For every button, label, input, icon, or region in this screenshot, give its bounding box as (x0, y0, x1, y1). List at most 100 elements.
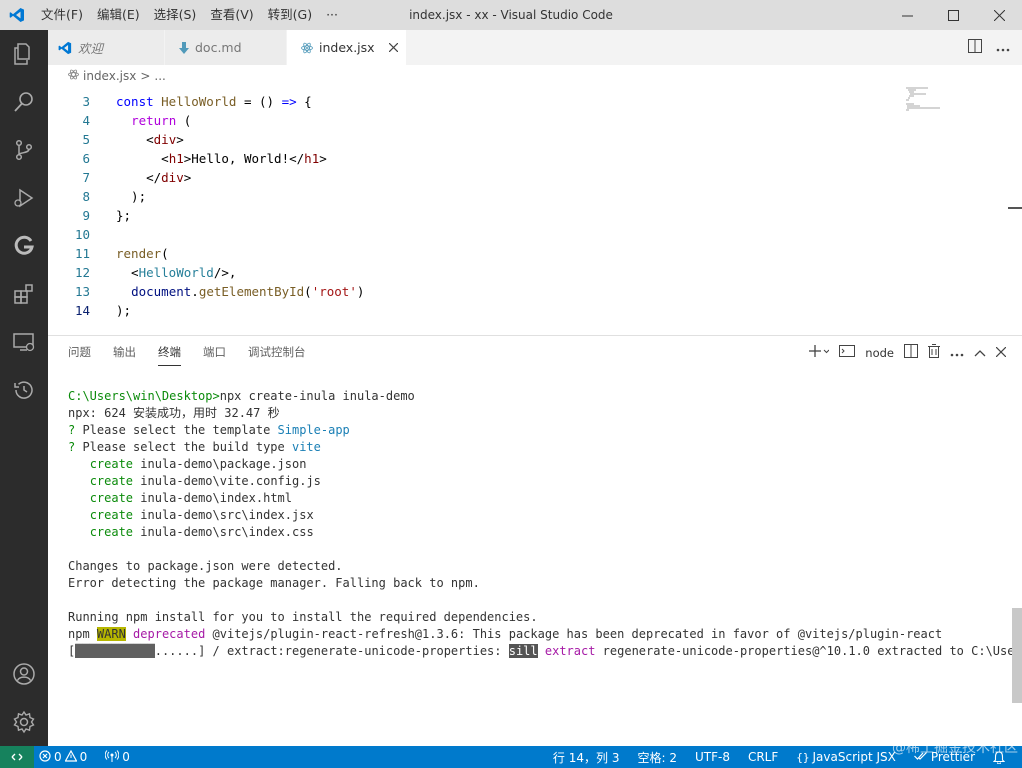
terminal-line: ? Please select the build type vite (68, 440, 321, 454)
encoding[interactable]: UTF-8 (686, 746, 739, 768)
terminal-line: create inula-demo\index.html (89, 491, 292, 505)
split-terminal-icon[interactable] (904, 344, 918, 361)
close-panel-icon[interactable] (995, 346, 1007, 360)
menu-selection[interactable]: 选择(S) (147, 0, 204, 30)
code-line[interactable]: 7 </div> (48, 168, 898, 187)
code-line[interactable]: 8 ); (48, 187, 898, 206)
menu-view[interactable]: 查看(V) (203, 0, 260, 30)
panel-tab-problems[interactable]: 问题 (68, 344, 91, 366)
terminal-label[interactable]: node (865, 346, 894, 360)
panel-tab-debug-console[interactable]: 调试控制台 (248, 344, 306, 366)
code-line[interactable]: 6 <h1>Hello, World!</h1> (48, 149, 898, 168)
code-text: <HelloWorld/>, (116, 265, 237, 280)
markdown-icon (179, 41, 189, 54)
code-line[interactable]: 9}; (48, 206, 898, 225)
code-text: document.getElementById('root') (131, 284, 365, 299)
minimap[interactable] (906, 87, 946, 117)
terminal-line: ? Please select the template Simple-app (68, 423, 350, 437)
terminal-line: Changes to package.json were detected. (68, 559, 343, 573)
terminal-scrollbar[interactable] (1012, 608, 1022, 703)
remote-explorer-icon[interactable] (0, 318, 48, 366)
tab-doc-md[interactable]: doc.md (165, 30, 287, 65)
code-line[interactable]: 5 <div> (48, 130, 898, 149)
trash-icon[interactable] (928, 344, 940, 361)
ports-count: 0 (122, 750, 130, 764)
status-right: 行 14，列 3 空格: 2 UTF-8 CRLF {} JavaScript … (544, 746, 1014, 768)
warning-count: 0 (79, 750, 88, 764)
source-control-icon[interactable] (0, 126, 48, 174)
breadcrumb-separator: > (140, 69, 151, 83)
code-line[interactable]: 13 document.getElementById('root') (48, 282, 898, 301)
gitlens-icon[interactable] (0, 222, 48, 270)
remote-indicator[interactable] (0, 746, 34, 768)
braces-icon: {} (796, 750, 810, 764)
more-actions-icon[interactable] (950, 346, 964, 360)
ports-status[interactable]: 0 (100, 746, 135, 768)
new-terminal-icon[interactable] (809, 345, 830, 360)
account-icon[interactable] (0, 650, 48, 698)
more-actions-icon[interactable] (996, 41, 1010, 55)
explorer-icon[interactable] (0, 30, 48, 78)
editor-tabs: 欢迎 doc.md index.jsx (48, 30, 1022, 65)
panel-tab-terminal[interactable]: 终端 (158, 344, 181, 366)
search-icon[interactable] (0, 78, 48, 126)
maximize-panel-icon[interactable] (974, 346, 986, 360)
tab-index-jsx[interactable]: index.jsx (287, 30, 407, 65)
language-mode[interactable]: {} JavaScript JSX (787, 746, 905, 768)
close-tab-icon[interactable] (388, 43, 398, 52)
split-editor-icon[interactable] (968, 39, 982, 56)
editor-scroll-indicator[interactable] (1008, 207, 1022, 209)
line-number: 9 (82, 208, 90, 223)
menu-edit[interactable]: 编辑(E) (90, 0, 147, 30)
vscode-logo-icon (0, 0, 34, 30)
line-number: 10 (74, 227, 90, 242)
terminal-icon (839, 345, 856, 360)
activity-bar (0, 30, 48, 746)
run-debug-icon[interactable] (0, 174, 48, 222)
extensions-icon[interactable] (0, 270, 48, 318)
notifications-bell-icon[interactable] (984, 746, 1014, 768)
language-label: JavaScript JSX (812, 750, 896, 764)
terminal-line: npm WARN deprecated @vitejs/plugin-react… (68, 627, 943, 641)
menu-go[interactable]: 转到(G) (261, 0, 319, 30)
terminal-line: create inula-demo\vite.config.js (89, 474, 321, 488)
code-line[interactable]: 14); (48, 301, 898, 320)
minimize-button[interactable] (884, 0, 930, 30)
code-text: const HelloWorld = () => { (116, 94, 312, 109)
cursor-position[interactable]: 行 14，列 3 (544, 746, 629, 768)
close-window-button[interactable] (976, 0, 1022, 30)
code-text: return ( (131, 113, 192, 128)
code-text: render( (116, 246, 169, 261)
panel-tab-ports[interactable]: 端口 (203, 344, 226, 366)
breadcrumb-symbols[interactable]: ... (154, 69, 165, 83)
terminal-line: Error detecting the package manager. Fal… (68, 576, 480, 590)
code-line[interactable]: 10 (48, 225, 898, 244)
line-number: 13 (74, 284, 90, 299)
prettier-status[interactable]: Prettier (905, 746, 984, 768)
react-icon (301, 42, 313, 54)
terminal-output[interactable]: C:\Users\win\Desktop>npx create-inula in… (68, 388, 1014, 660)
breadcrumb: index.jsx > ... (48, 65, 1022, 87)
menu-more[interactable]: ··· (319, 0, 345, 30)
breadcrumb-file[interactable]: index.jsx (83, 69, 136, 83)
end-of-line[interactable]: CRLF (739, 746, 787, 768)
code-line[interactable]: 12 <HelloWorld/>, (48, 263, 898, 282)
code-editor[interactable]: 3 const HelloWorld = () => { 4 return (5 <… (48, 87, 1022, 333)
line-number: 11 (74, 246, 90, 261)
vscode-logo-icon (58, 41, 72, 55)
code-line[interactable]: 11 render( (48, 244, 898, 263)
line-number: 3 (82, 94, 90, 109)
panel-tab-output[interactable]: 输出 (113, 344, 136, 366)
terminal-line: create inula-demo\src\index.jsx (89, 508, 314, 522)
code-line[interactable]: 3 const HelloWorld = () => { (48, 92, 898, 111)
code-text: }; (116, 208, 132, 223)
menu-file[interactable]: 文件(F) (34, 0, 90, 30)
timeline-icon[interactable] (0, 366, 48, 414)
maximize-button[interactable] (930, 0, 976, 30)
indentation[interactable]: 空格: 2 (628, 746, 686, 768)
code-line[interactable]: 4 return ( (48, 111, 898, 130)
problems-status[interactable]: 0 0 (34, 746, 92, 768)
tab-welcome[interactable]: 欢迎 (48, 30, 165, 65)
settings-gear-icon[interactable] (0, 698, 48, 746)
